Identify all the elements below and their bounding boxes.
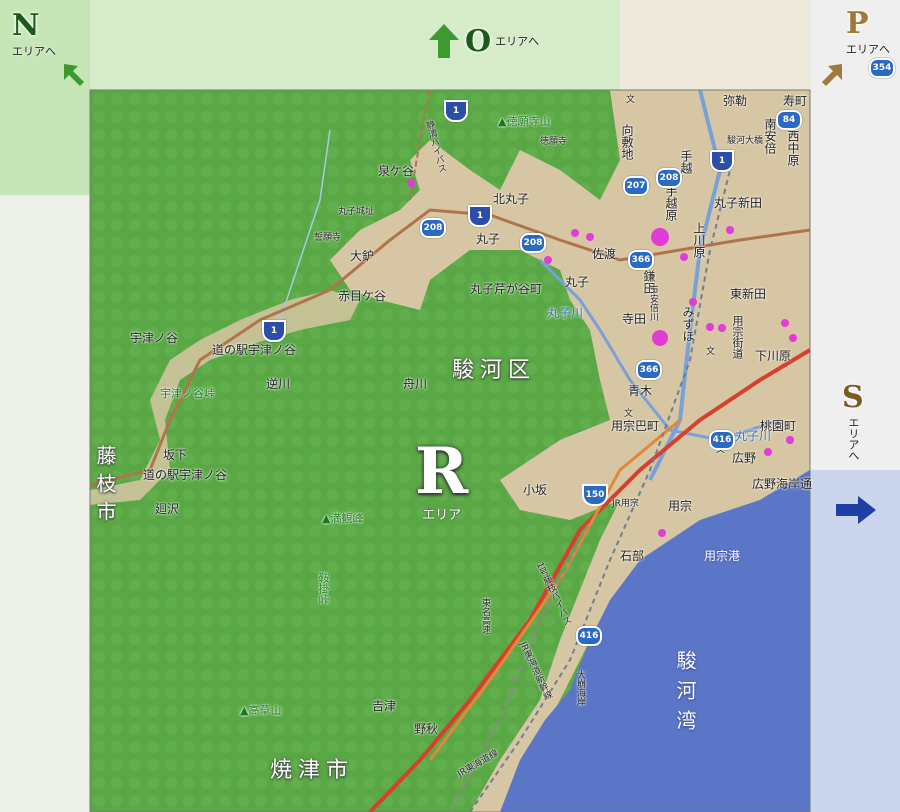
nav-s-caption: エリアへ [846,417,860,461]
place-aoki: 青木 [628,384,653,398]
place-sakasagawa: 逆川 [266,377,291,391]
nav-o-area[interactable]: O エリアへ [427,22,539,60]
place-ishibe: 石部 [620,549,645,563]
place-mukoushikiji: 向敷地 [620,124,634,160]
route-208-shield: 208 [420,218,446,238]
route-208-shield: 208 [656,168,682,188]
sea-suruga-bay: 駿河湾 [673,650,697,740]
north-east-tile [620,0,820,90]
place-kosaka: 小坂 [523,483,548,497]
area-caption: エリア [422,508,462,523]
place-sado: 佐渡 [592,247,617,261]
nav-n-caption: エリアへ [12,45,56,58]
station-jr-mochimune: JR用宗 [612,499,639,509]
place-michinoeki2: 道の駅宇津ノ谷 [143,468,228,482]
nav-n-area[interactable]: N エリアへ [12,8,56,59]
bridge-suruga: 駿河大橋 [727,136,764,146]
place-kamikawahara: 上川原 [692,222,706,258]
place-mizuho: みずほ [681,306,695,342]
place-mariko-2: 丸子 [565,275,590,289]
area-title: R エリア [415,434,469,524]
district-yaizu: 焼津市 [270,758,355,783]
route-416-shield: 416 [576,626,602,646]
place-tosawa: 廻沢 [155,502,180,516]
arrow-nw-icon[interactable] [60,60,88,88]
nav-o-letter: O [465,23,492,59]
place-oogui: 大鈩 [350,249,375,263]
arrow-right-icon[interactable] [834,494,878,526]
river-mariko-2: 丸子川 [735,429,772,443]
route-1-shield: 1 [710,150,734,172]
place-noaki: 野秋 [414,722,439,736]
place-nishinakahara: 西中原 [786,130,800,166]
place-hirono: 広野 [732,451,757,465]
station-jr-abekawa: JR安倍川 [648,285,658,321]
nav-n-letter: N [12,8,40,43]
nav-s-letter: S [842,380,864,415]
place-marikoserigaya: 丸子芹が谷町 [470,282,543,296]
place-mochimune: 用宗 [668,499,693,513]
coast-oozashi: 大崩海岸 [575,670,585,706]
place-yoshitsu: 吉津 [372,699,397,713]
place-utsunoya: 宇津ノ谷 [130,331,179,345]
pass-utsunoya: 宇津ノ谷峠 [160,387,215,400]
route-416-shield: 416 [709,430,735,450]
place-teraga: 寺田 [622,312,647,326]
place-teshigoshihara: 手越原 [664,185,678,221]
nav-s-area[interactable]: S エリアへ [842,380,864,461]
road-toumei: 東名高速 [480,598,490,634]
arrow-ne-icon[interactable] [818,60,846,88]
place-marukojoshi: 丸子城址 [338,207,375,217]
mountain-tokuganji: ▲徳願寺山 [498,115,551,128]
district-fujieda: 藤枝市 [93,445,117,529]
area-letter: R [415,434,469,509]
arrow-up-icon[interactable] [427,22,461,60]
place-shimokawahara: 下川原 [755,349,792,363]
nav-p-letter: P [846,6,869,41]
route-84-shield: 84 [776,110,802,130]
place-yayoi: 弥勒 [723,94,748,108]
route-207-shield: 207 [623,176,649,196]
route-1-shield: 1 [468,205,492,227]
route-1-shield: 1 [262,320,286,342]
place-hirono-kaigan: 広野海岸通 [752,477,813,491]
route-354-shield: 354 [869,58,895,78]
place-yahata: 寿町 [783,94,808,108]
place-funakawa: 舟川 [403,377,428,391]
school-icon: 文 [624,409,634,419]
route-366-shield: 366 [636,360,662,380]
river-mariko: 丸子川 [547,306,584,320]
place-kitamariko: 北丸子 [493,192,530,206]
place-sakashita: 坂下 [163,448,188,462]
school-icon: 文 [706,347,716,357]
mountain-takakusa: ▲高草山 [240,704,282,717]
place-tokuganji: 徳願寺 [540,137,568,147]
place-izumigaya: 泉ケ谷 [378,164,415,178]
place-higashi-shinden: 東新田 [730,287,767,301]
place-mariko-shinden: 丸子新田 [714,196,763,210]
map-stage: ▲徳願寺山 ▲満観峰 ▲高草山 宇津ノ谷峠 鞍掛峠 駿河区 藤枝市 焼津市 駿河… [0,0,900,812]
place-yosoeikaido: 用宗街道 [731,315,744,359]
place-akamegaya: 赤目ケ谷 [338,289,387,303]
place-saikoji: 誓願寺 [314,233,342,243]
nav-o-caption: エリアへ [495,35,540,48]
nav-p-caption: エリアへ [846,43,890,56]
route-366-shield: 366 [628,250,654,270]
district-suruga: 駿河区 [452,358,537,383]
north-tile [90,0,620,90]
pass-kurakake: 鞍掛峠 [317,572,330,605]
route-1-shield: 1 [444,100,468,122]
place-minami-abe: 南安倍 [763,118,777,154]
route-150-shield: 150 [582,484,608,506]
port-mochimune: 用宗港 [704,549,741,563]
route-208-shield: 208 [520,233,546,253]
place-michinoeki1: 道の駅宇津ノ谷 [212,343,297,357]
place-mochimune-tomoemachi: 用宗巴町 [611,419,660,433]
nav-p-area[interactable]: P エリアへ [846,6,890,57]
place-mariko: 丸子 [476,232,501,246]
place-teshigoshi: 手越 [679,150,693,174]
school-icon: 文 [626,95,636,105]
mountain-mankanho: ▲満観峰 [322,512,364,525]
